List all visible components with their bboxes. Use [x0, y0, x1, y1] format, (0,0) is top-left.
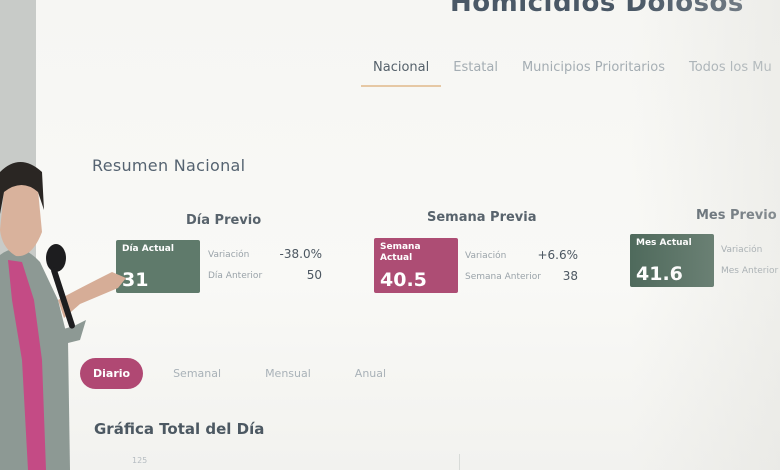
page-title: Homicidios Dolosos — [450, 0, 744, 18]
tab-estatal[interactable]: Estatal — [441, 58, 510, 87]
card-day-previous-label: Día Anterior — [208, 271, 263, 281]
tab-todos-los-municipios[interactable]: Todos los Mu — [677, 58, 780, 87]
card-week-box-value: 40.5 — [380, 269, 427, 291]
dashboard-screen: Homicidios Dolosos Nacional Estatal Muni… — [36, 0, 780, 470]
period-tab-mensual[interactable]: Mensual — [265, 367, 311, 380]
tab-nacional[interactable]: Nacional — [361, 58, 442, 87]
card-week-box: Semana Actual 40.5 — [374, 238, 458, 293]
card-week-variation-label: Variación — [465, 251, 507, 261]
card-month-heading: Mes Previo — [696, 208, 777, 223]
tab-municipios-prioritarios[interactable]: Municipios Prioritarios — [510, 58, 677, 87]
card-day-variation-value: -38.0% — [279, 247, 322, 261]
card-week-previous-value: 38 — [562, 269, 578, 283]
card-week-box-label: Semana Actual — [380, 242, 421, 263]
region-tabs: Nacional Estatal Municipios Prioritarios… — [361, 58, 780, 87]
period-tab-anual[interactable]: Anual — [355, 367, 386, 380]
card-week-variation-value: +6.6% — [537, 248, 578, 262]
card-month-box: Mes Actual 41.6 — [630, 234, 714, 287]
chart-divider — [459, 454, 460, 470]
card-week-heading: Semana Previa — [427, 210, 537, 225]
card-month-box-value: 41.6 — [636, 263, 683, 285]
period-tab-semanal[interactable]: Semanal — [173, 367, 221, 380]
microphone-icon — [46, 244, 66, 272]
card-month-box-label: Mes Actual — [636, 238, 692, 248]
card-day-heading: Día Previo — [186, 213, 262, 228]
card-month-previous-label: Mes Anterior — [721, 266, 779, 276]
card-day-variation-label: Variación — [208, 250, 250, 260]
card-day-previous-value: 50 — [306, 268, 322, 282]
presenter-figure — [0, 0, 126, 470]
card-month-variation-label: Variación — [721, 245, 763, 255]
